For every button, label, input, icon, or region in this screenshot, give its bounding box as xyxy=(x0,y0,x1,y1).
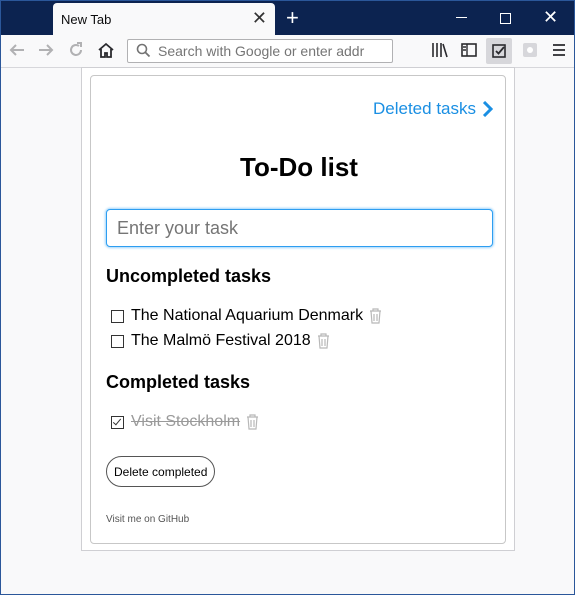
extension-icon[interactable] xyxy=(521,41,539,59)
new-tab-icon[interactable]: + xyxy=(286,7,299,29)
delete-completed-button[interactable]: Delete completed xyxy=(106,456,216,487)
uncompleted-heading: Uncompleted tasks xyxy=(106,266,272,286)
trash-icon[interactable] xyxy=(317,333,330,349)
list-item: The National Aquarium Denmark xyxy=(111,307,382,325)
task-checkbox[interactable] xyxy=(111,309,124,323)
trash-icon[interactable] xyxy=(369,308,382,324)
page-title: To-Do list xyxy=(240,152,358,182)
completed-heading: Completed tasks xyxy=(106,372,251,392)
menu-icon[interactable] xyxy=(551,41,567,59)
search-icon xyxy=(136,43,151,58)
nav-toolbar xyxy=(1,35,574,68)
task-text: The National Aquarium Denmark xyxy=(131,307,364,324)
reload-icon[interactable] xyxy=(67,41,85,59)
task-input[interactable] xyxy=(106,209,493,247)
list-item: The Malmö Festival 2018 xyxy=(111,332,330,350)
library-icon[interactable] xyxy=(431,41,449,59)
sidebar-icon[interactable] xyxy=(460,41,478,59)
todo-extension-button[interactable] xyxy=(486,38,512,64)
tab-bar: New Tab ✕ + ✕ xyxy=(1,1,574,35)
window-close-icon[interactable]: ✕ xyxy=(543,7,558,27)
task-text: Visit Stockholm xyxy=(131,413,241,430)
back-icon[interactable] xyxy=(8,41,26,59)
maximize-icon[interactable] xyxy=(500,13,511,24)
forward-icon[interactable] xyxy=(37,41,55,59)
deleted-tasks-label: Deleted tasks xyxy=(373,99,476,118)
chevron-right-icon xyxy=(482,101,493,117)
task-text: The Malmö Festival 2018 xyxy=(131,332,311,349)
tab-title: New Tab xyxy=(61,12,112,27)
home-icon[interactable] xyxy=(97,41,115,59)
task-checkbox-checked[interactable] xyxy=(111,415,124,429)
url-bar[interactable] xyxy=(127,39,393,63)
list-item: Visit Stockholm xyxy=(111,413,259,431)
url-input[interactable] xyxy=(158,42,388,60)
github-link[interactable]: Visit me on GitHub xyxy=(106,514,189,525)
minimize-icon[interactable] xyxy=(456,17,467,18)
checkbox-extension-icon xyxy=(492,44,506,58)
deleted-tasks-link[interactable]: Deleted tasks xyxy=(373,99,493,119)
tab-new-tab[interactable]: New Tab ✕ xyxy=(53,3,275,35)
close-tab-icon[interactable]: ✕ xyxy=(252,9,267,27)
trash-icon[interactable] xyxy=(246,414,259,430)
task-checkbox[interactable] xyxy=(111,334,124,348)
